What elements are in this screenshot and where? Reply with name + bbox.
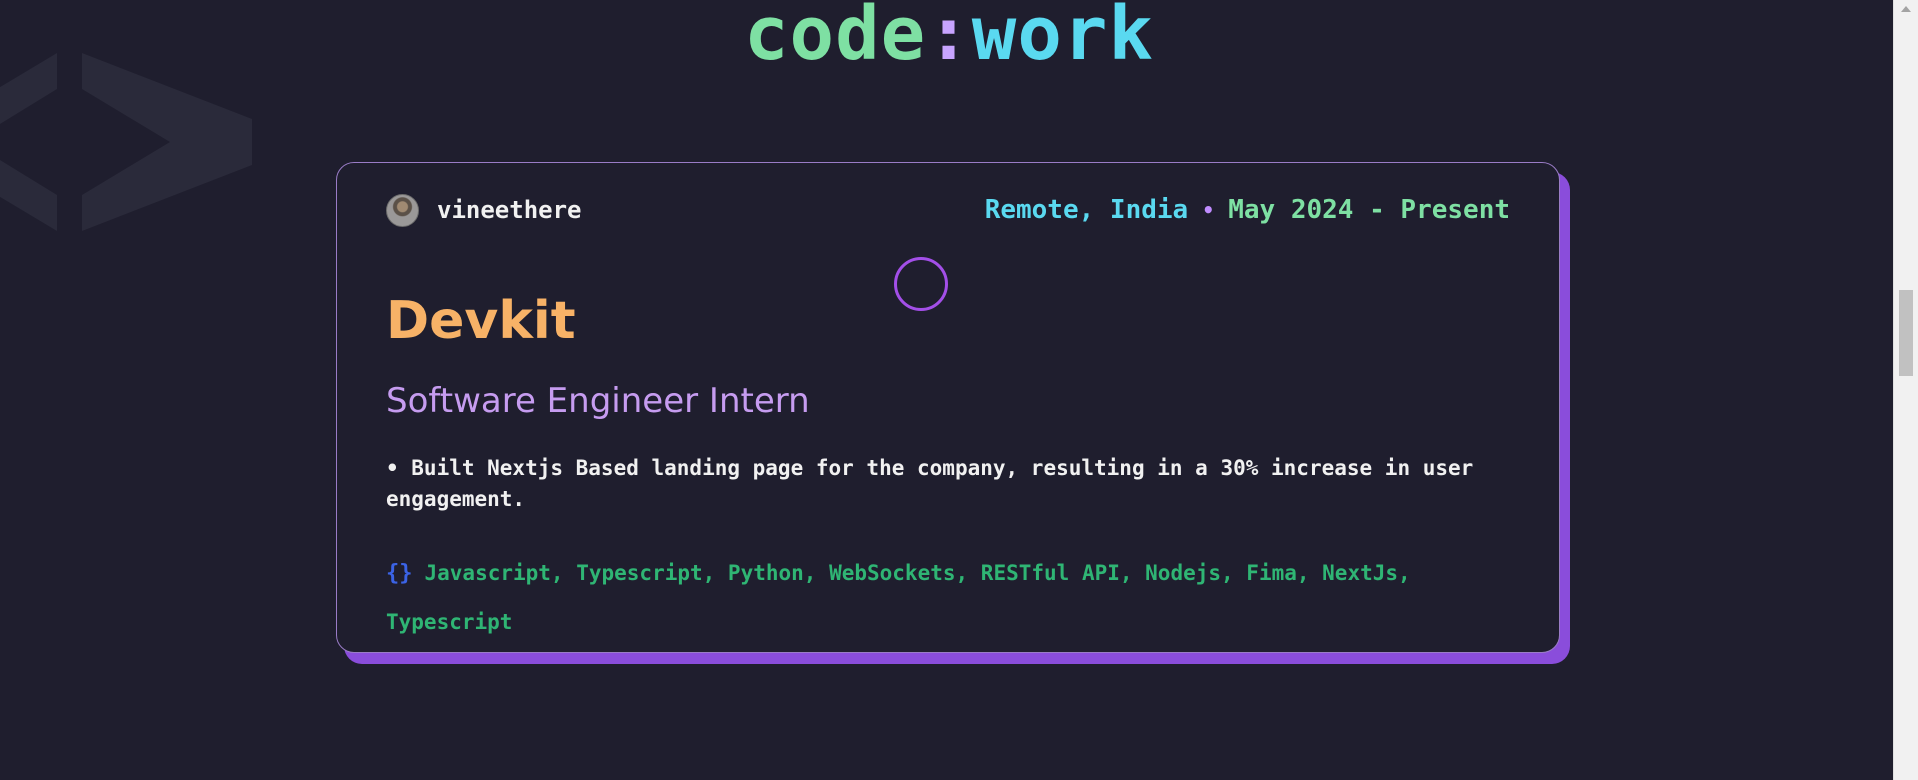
author-name: vineethere — [437, 196, 582, 224]
scrollbar-thumb[interactable] — [1899, 290, 1913, 376]
location: Remote, India — [984, 195, 1189, 225]
scroll-up-arrow-icon[interactable] — [1894, 0, 1918, 18]
tech-stack: {} Javascript, Typescript, Python, WebSoc… — [386, 549, 1516, 647]
meta-separator: • — [1202, 198, 1215, 222]
role-title: Software Engineer Intern — [386, 381, 810, 421]
role-description: • Built Nextjs Based landing page for th… — [386, 456, 1474, 511]
vertical-scrollbar[interactable] — [1893, 0, 1918, 780]
page: code:work vineethere Remote, India • May… — [0, 0, 1918, 780]
loading-spinner-icon — [894, 257, 948, 311]
site-title: code:work — [0, 0, 1898, 84]
experience-card[interactable]: vineethere Remote, India • May 2024 - Pr… — [336, 162, 1560, 653]
tech-stack-list: Javascript, Typescript, Python, WebSocke… — [386, 561, 1411, 634]
title-colon: : — [926, 0, 972, 77]
title-work: work — [971, 0, 1154, 77]
author[interactable]: vineethere — [386, 193, 582, 227]
avatar — [386, 193, 419, 227]
company-name: Devkit — [386, 291, 576, 351]
braces-icon: {} — [386, 561, 413, 586]
title-code: code — [744, 0, 927, 77]
period: May 2024 - Present — [1228, 195, 1510, 225]
card-header: vineethere Remote, India • May 2024 - Pr… — [386, 191, 1510, 229]
experience-meta: Remote, India • May 2024 - Present — [985, 195, 1510, 225]
